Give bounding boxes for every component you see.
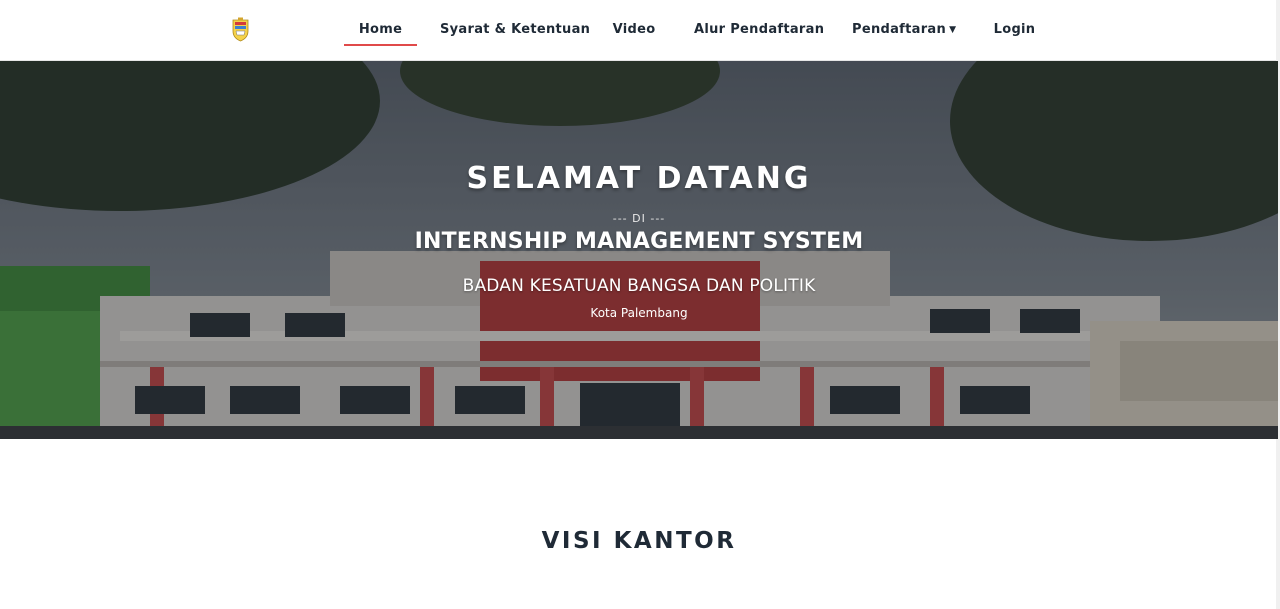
nav-syarat-ketentuan[interactable]: Syarat & Ketentuan xyxy=(440,20,590,44)
hero-city-name: Kota Palembang xyxy=(590,306,688,320)
hero-text-block: SELAMAT DATANG --- DI --- INTERNSHIP MAN… xyxy=(0,61,1278,439)
city-emblem-logo[interactable] xyxy=(231,17,250,42)
nav-alur-label: Alur Pendaftaran xyxy=(694,22,825,37)
nav-home[interactable]: Home xyxy=(344,20,417,46)
nav-video-label: Video xyxy=(612,22,656,37)
nav-video[interactable]: Video xyxy=(610,20,658,44)
hero-system-name: INTERNSHIP MANAGEMENT SYSTEM xyxy=(414,229,864,254)
hero-agency-name: BADAN KESATUAN BANGSA DAN POLITIK xyxy=(462,276,816,296)
navbar: Home Syarat & Ketentuan Video Alur Penda… xyxy=(0,0,1280,61)
nav-syarat-label: Syarat & Ketentuan xyxy=(440,22,591,37)
hero-welcome-title: SELAMAT DATANG xyxy=(466,161,812,196)
section-title-visi-kantor: VISI KANTOR xyxy=(541,528,737,554)
hero-di-divider: --- DI --- xyxy=(612,212,666,225)
hero-banner: SELAMAT DATANG --- DI --- INTERNSHIP MAN… xyxy=(0,61,1278,439)
nav-login[interactable]: Login xyxy=(992,20,1037,44)
nav-pendaftaran-dropdown[interactable]: Pendaftaran ▼ xyxy=(852,20,957,44)
nav-alur-pendaftaran[interactable]: Alur Pendaftaran xyxy=(694,20,824,44)
chevron-down-icon: ▼ xyxy=(949,25,957,35)
nav-home-label: Home xyxy=(358,22,403,37)
nav-login-label: Login xyxy=(993,22,1036,37)
nav-pendaftaran-label: Pendaftaran xyxy=(852,22,947,37)
